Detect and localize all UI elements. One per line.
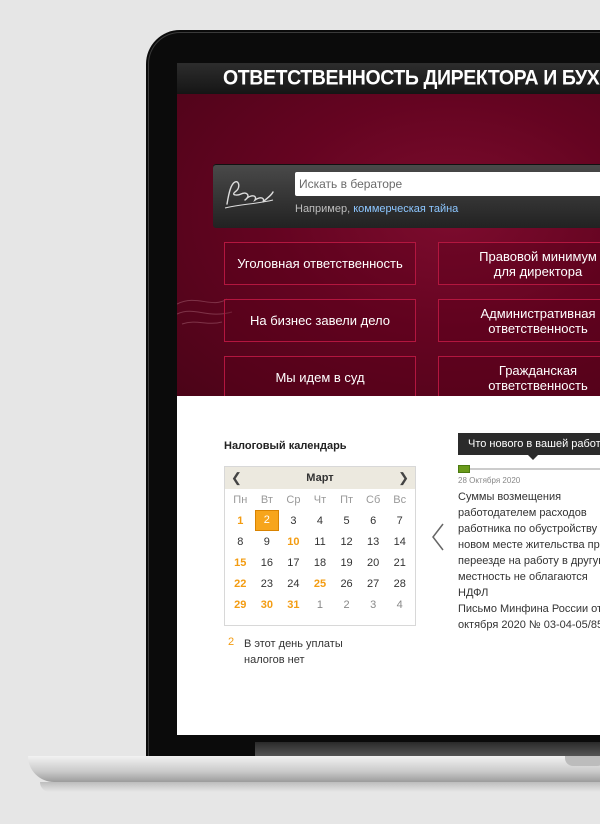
weekday-label: Ср: [286, 493, 301, 506]
laptop-screen: ОТВЕТСТВЕННОСТЬ ДИРЕКТОРА И БУХГАЛТЕРА Н…: [177, 63, 600, 735]
calendar-day[interactable]: 1: [307, 594, 334, 615]
berator-logo[interactable]: [221, 174, 277, 214]
calendar-note-text: В этот день уплаты налогов нет: [244, 638, 343, 666]
weekday-label: Чт: [313, 493, 327, 506]
calendar-day[interactable]: 9: [254, 531, 281, 552]
news-article-link[interactable]: Суммы возмещения работодателем расходов …: [458, 489, 600, 633]
laptop-shadow: [40, 782, 600, 792]
calendar-day[interactable]: 31: [280, 594, 307, 615]
calendar-day[interactable]: 12: [333, 531, 360, 552]
calendar-day[interactable]: 15: [227, 552, 254, 573]
calendar-day[interactable]: 8: [227, 531, 254, 552]
hero-section: Например, коммерческая тайна Уголовная о…: [177, 94, 600, 396]
calendar-day[interactable]: 16: [254, 552, 281, 573]
calendar-day[interactable]: 7: [386, 510, 413, 531]
calendar-day-selected: 2: [254, 510, 279, 531]
category-going-to-court[interactable]: Мы идем в суд: [224, 356, 416, 396]
news-progress-marker[interactable]: [458, 465, 470, 473]
calendar-day[interactable]: 29: [227, 594, 254, 615]
calendar-day[interactable]: 2: [333, 594, 360, 615]
laptop-base: [28, 756, 600, 782]
calendar-day[interactable]: 3: [280, 510, 307, 531]
calendar-day[interactable]: 13: [360, 531, 387, 552]
category-criminal-liability[interactable]: Уголовная ответственность: [224, 242, 416, 285]
category-civil-liability[interactable]: Гражданская ответственность: [438, 356, 600, 396]
news-tab[interactable]: Что нового в вашей работе: [458, 433, 600, 460]
calendar-day[interactable]: 4: [386, 594, 413, 615]
calendar-day[interactable]: 27: [360, 573, 387, 594]
news-date: 28 Октября 2020: [458, 476, 521, 485]
calendar-day[interactable]: 11: [307, 531, 334, 552]
chevron-left-icon[interactable]: ❮: [231, 470, 242, 486]
chevron-left-icon[interactable]: [430, 522, 446, 552]
calendar-day[interactable]: 4: [307, 510, 334, 531]
site-title[interactable]: ОТВЕТСТВЕННОСТЬ ДИРЕКТОРА И БУХГАЛТЕРА: [177, 63, 600, 94]
category-label: Уголовная ответственность: [237, 256, 403, 271]
calendar-header: ❮ Март ❯: [225, 467, 415, 489]
calendar-day[interactable]: 23: [254, 573, 281, 594]
laptop-hinge: [255, 742, 600, 756]
calendar-day[interactable]: 2: [254, 510, 281, 531]
category-label: Административная ответственность: [480, 305, 596, 336]
calendar-day[interactable]: 26: [333, 573, 360, 594]
calendar-day[interactable]: 10: [280, 531, 307, 552]
search-hint: Например, коммерческая тайна: [295, 203, 458, 215]
calendar-day[interactable]: 1: [227, 510, 254, 531]
calendar-day[interactable]: 3: [360, 594, 387, 615]
calendar-day[interactable]: 19: [333, 552, 360, 573]
weekday-label: Пн: [233, 493, 248, 506]
calendar-day[interactable]: 30: [254, 594, 281, 615]
weekday-label: Пт: [340, 493, 354, 506]
search-hint-link[interactable]: коммерческая тайна: [353, 203, 458, 215]
weekday-label: Вт: [260, 493, 273, 506]
calendar-day[interactable]: 28: [386, 573, 413, 594]
chevron-right-icon[interactable]: ❯: [398, 470, 409, 486]
calendar-day[interactable]: 20: [360, 552, 387, 573]
calendar-days: 1 2 3 4 5 6 7 8 9 10 11 12 13 14 15 16 17 18 19 20 21 22 23 24 2…: [225, 510, 415, 615]
search-panel: Например, коммерческая тайна: [213, 164, 600, 228]
tax-calendar: ❮ Март ❯ Пн Вт Ср Чт Пт Сб Вс 1 2 3 4 5 6 7 8 9 10 11 12 1…: [224, 466, 416, 626]
calendar-day[interactable]: 6: [360, 510, 387, 531]
main-content: Налоговый календарь ❮ Март ❯ Пн Вт Ср Чт Пт С…: [177, 396, 600, 735]
calendar-day[interactable]: 14: [386, 531, 413, 552]
category-legal-minimum[interactable]: Правовой минимум для директора: [438, 242, 600, 285]
calendar-day[interactable]: 24: [280, 573, 307, 594]
search-input[interactable]: [295, 172, 600, 196]
category-label: Мы идем в суд: [275, 370, 365, 385]
weekday-label: Сб: [366, 493, 381, 506]
laptop-notch: [565, 756, 600, 766]
category-administrative-liability[interactable]: Административная ответственность: [438, 299, 600, 342]
category-label: Правовой минимум для директора: [479, 248, 597, 279]
calendar-day[interactable]: 18: [307, 552, 334, 573]
site-header: ОТВЕТСТВЕННОСТЬ ДИРЕКТОРА И БУХГАЛТЕРА: [177, 63, 600, 94]
calendar-title: Налоговый календарь: [224, 440, 347, 452]
category-business-case[interactable]: На бизнес завели дело: [224, 299, 416, 342]
category-label: На бизнес завели дело: [250, 313, 390, 328]
category-label: Гражданская ответственность: [488, 362, 588, 393]
search-hint-prefix: Например,: [295, 203, 351, 215]
news-progress-track: [458, 468, 600, 470]
calendar-day[interactable]: 5: [333, 510, 360, 531]
weekday-label: Вс: [393, 493, 407, 506]
calendar-day[interactable]: 21: [386, 552, 413, 573]
calendar-month: Март: [306, 472, 334, 484]
calendar-note-day: 2: [228, 636, 235, 648]
calendar-day[interactable]: 25: [307, 573, 334, 594]
calendar-day[interactable]: 17: [280, 552, 307, 573]
calendar-weekdays: Пн Вт Ср Чт Пт Сб Вс: [225, 489, 415, 510]
calendar-day[interactable]: 22: [227, 573, 254, 594]
